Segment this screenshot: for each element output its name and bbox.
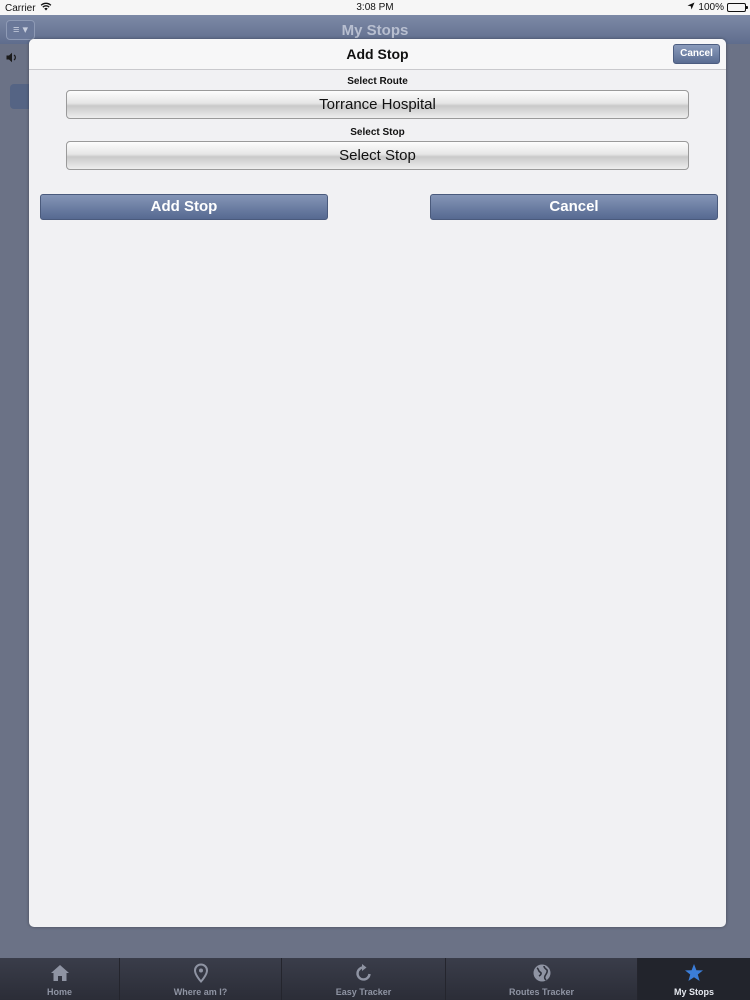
globe-icon [533,964,550,982]
status-bar: Carrier 3:08 PM 100% [0,0,750,15]
battery-icon [727,3,748,12]
header-cancel-button[interactable]: Cancel [673,44,720,64]
tab-label: Easy Tracker [335,987,392,997]
modal-title: Add Stop [346,46,409,62]
cancel-button[interactable]: Cancel [430,194,718,220]
tab-label: Where am I? [173,987,228,997]
tab-my-stops[interactable]: My Stops [638,958,750,1000]
tab-label: Routes Tracker [508,987,575,997]
tab-where-am-i[interactable]: Where am I? [120,958,282,1000]
route-picker[interactable]: Torrance Hospital [66,90,689,119]
home-icon [50,965,69,981]
tab-home[interactable]: Home [0,958,120,1000]
speaker-icon[interactable] [6,52,18,66]
route-label: Select Route [347,76,408,87]
status-time: 3:08 PM [356,2,394,13]
tab-routes-tracker[interactable]: Routes Tracker [446,958,638,1000]
status-right-group: 100% [687,2,748,13]
background-title: My Stops [341,22,409,39]
modal-header: Add Stop Cancel [29,39,726,70]
add-stop-button[interactable]: Add Stop [40,194,328,220]
battery-percent: 100% [698,2,724,13]
tab-label: Home [46,987,72,997]
stop-label: Select Stop [350,127,405,138]
location-arrow-icon [687,2,695,13]
location-pin-icon [193,963,208,983]
add-stop-modal: Add Stop Cancel Select Route Torrance Ho… [29,39,726,927]
tab-easy-tracker[interactable]: Easy Tracker [282,958,446,1000]
star-icon [685,964,703,981]
tab-label: My Stops [673,987,714,997]
tab-bar: Home Where am I? Easy Tracker Routes Tra… [0,958,750,1000]
refresh-icon [355,964,371,981]
stop-picker[interactable]: Select Stop [66,141,689,170]
